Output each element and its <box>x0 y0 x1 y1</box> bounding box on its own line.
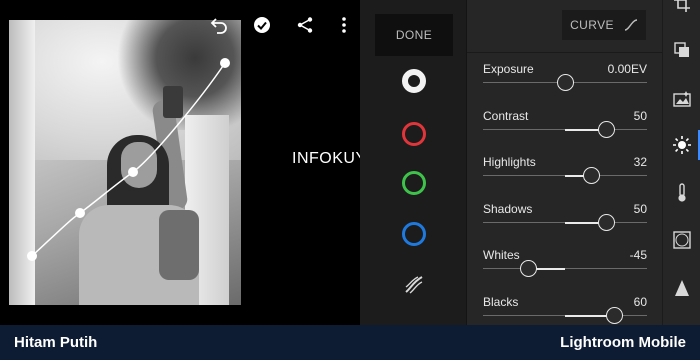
slider-thumb[interactable] <box>598 213 615 231</box>
vignette-icon[interactable] <box>672 230 692 250</box>
curve-point[interactable] <box>27 251 37 261</box>
light-adjust-panel: CURVE Exposure 0.00EV Contrast 50 Highlights… <box>466 0 663 325</box>
curve-icon <box>624 19 638 31</box>
color-temperature-icon[interactable] <box>672 183 692 203</box>
panel-divider <box>467 52 663 53</box>
slider-value: 60 <box>633 294 647 309</box>
slider-label: Exposure <box>483 62 534 76</box>
crop-icon[interactable] <box>672 0 692 14</box>
curve-point[interactable] <box>75 208 85 218</box>
slider-thumb[interactable] <box>583 167 601 184</box>
slider-thumb[interactable] <box>606 306 624 324</box>
curve-point[interactable] <box>128 167 138 177</box>
photo-canvas[interactable]: INFOKUY.NET <box>0 0 403 325</box>
slider-thumb[interactable] <box>557 74 574 91</box>
slider-value: -45 <box>629 248 647 262</box>
caption-bar: Hitam Putih Lightroom Mobile <box>0 325 700 360</box>
curve-channel-panel: DONE <box>360 0 466 325</box>
red-channel-button[interactable] <box>402 122 426 146</box>
slider-label: Highlights <box>483 155 536 169</box>
undo-icon[interactable] <box>208 14 230 36</box>
slider-shadows[interactable]: Shadows 50 <box>483 202 647 242</box>
caption-left-text: Hitam Putih <box>14 334 98 351</box>
luminance-channel-button[interactable] <box>402 69 426 93</box>
blue-channel-button[interactable] <box>402 222 426 246</box>
slider-value: 0.00EV <box>607 62 647 76</box>
curve-point[interactable] <box>220 58 230 68</box>
caption-right-text: Lightroom Mobile <box>560 334 686 351</box>
slider-thumb[interactable] <box>598 120 615 138</box>
slider-exposure[interactable]: Exposure 0.00EV <box>483 62 647 102</box>
auto-icon[interactable] <box>672 89 692 109</box>
slider-whites[interactable]: Whites -45 <box>483 248 647 288</box>
tone-curve-line <box>31 62 226 257</box>
curve-button-label: CURVE <box>570 18 614 32</box>
share-icon[interactable] <box>294 14 316 36</box>
green-channel-button[interactable] <box>402 171 426 195</box>
slider-track[interactable] <box>483 268 647 269</box>
edit-toolstrip <box>662 0 700 325</box>
presets-icon[interactable] <box>672 40 692 60</box>
slider-label: Blacks <box>483 294 519 309</box>
split-tone-icon[interactable] <box>403 274 425 296</box>
slider-value: 50 <box>633 201 647 216</box>
slider-label: Whites <box>483 248 520 262</box>
more-vertical-icon[interactable] <box>333 14 355 36</box>
detail-icon[interactable] <box>672 278 692 298</box>
slider-contrast[interactable]: Contrast 50 <box>483 109 647 149</box>
slider-highlights[interactable]: Highlights 32 <box>483 155 647 195</box>
slider-thumb[interactable] <box>520 260 538 277</box>
slider-value: 50 <box>633 108 647 123</box>
check-circle-icon[interactable] <box>251 14 273 36</box>
slider-label: Shadows <box>483 201 533 216</box>
slider-label: Contrast <box>483 108 529 123</box>
slider-value: 32 <box>633 155 647 169</box>
done-button[interactable]: DONE <box>375 14 453 56</box>
light-icon[interactable] <box>672 135 692 155</box>
curve-button[interactable]: CURVE <box>562 10 646 40</box>
